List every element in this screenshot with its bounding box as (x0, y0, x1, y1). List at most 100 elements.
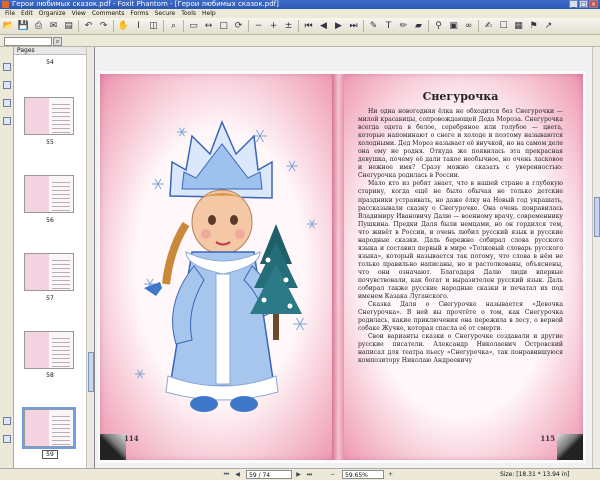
link-icon[interactable]: ∞ (462, 20, 475, 33)
email-icon[interactable]: ✉ (47, 20, 60, 33)
menu-item-forms[interactable]: Forms (127, 9, 151, 18)
scan-icon[interactable]: ▤ (62, 20, 75, 33)
menu-item-file[interactable]: File (2, 9, 18, 18)
last-page-button[interactable]: ⏭ (305, 470, 314, 479)
thumbnail-page-label: 59 (42, 450, 58, 459)
first-page-button[interactable]: ⏮ (222, 470, 231, 479)
close-button[interactable]: × (589, 0, 598, 8)
next-page-button[interactable]: ▶ (294, 470, 303, 479)
page-thumbnail[interactable] (22, 407, 76, 449)
fit-page-icon[interactable]: ▭ (187, 20, 200, 33)
thumbnail-text (49, 176, 73, 212)
page-thumbnail[interactable] (24, 175, 74, 213)
redo-icon[interactable]: ↷ (97, 20, 110, 33)
toolbar-separator (363, 20, 364, 32)
thumbnail-illustration (25, 254, 49, 290)
zoom-out-icon[interactable]: − (252, 20, 265, 33)
zoom-in-icon[interactable]: + (267, 20, 280, 33)
story-paragraph: Ни одна новогодняя ёлка не обходится без… (358, 108, 563, 180)
menu-item-view[interactable]: View (69, 9, 89, 18)
prev-page-icon[interactable]: ◀ (317, 20, 330, 33)
document-scrollbar[interactable] (592, 47, 600, 468)
form-icon[interactable]: ☐ (497, 20, 510, 33)
thumbnail-page-label: 56 (46, 217, 54, 224)
thumbnail-text (49, 332, 73, 368)
toolbar-separator (478, 20, 479, 32)
zoom-in-button[interactable]: + (386, 470, 395, 479)
open-icon[interactable]: 📂 (2, 20, 15, 33)
attach-icon[interactable]: ⚲ (432, 20, 445, 33)
first-page-icon[interactable]: ⏮ (302, 20, 315, 33)
page-thumbnail[interactable] (24, 331, 74, 369)
bookmarks-icon[interactable] (3, 81, 11, 89)
layers-icon[interactable] (3, 417, 11, 425)
thumbnail-text (49, 98, 73, 134)
pages-panel-title: Pages (14, 47, 93, 55)
save-icon[interactable]: 💾 (17, 20, 30, 33)
toolbar-separator (183, 20, 184, 32)
status-bar: ⏮ ◀ 59 / 74 ▶ ⏭ − 59.65% + Size: [18.31 … (0, 468, 600, 480)
sign-icon[interactable]: ✍ (482, 20, 495, 33)
document-scroll-thumb[interactable] (594, 197, 600, 237)
minimize-button[interactable]: _ (569, 0, 578, 8)
thumbnail-illustration (25, 176, 49, 212)
typewriter-icon[interactable]: T (382, 20, 395, 33)
toolbar-separator (298, 20, 299, 32)
window-title: Герои любимых сказок.pdf - Foxit Phantom… (12, 0, 279, 8)
page-size-text: Size: [18.31 * 13.94 in] (500, 471, 570, 478)
page-number-field[interactable]: 59 / 74 (246, 470, 292, 479)
zoom-field[interactable]: 59.65% (342, 470, 384, 479)
highlight-icon[interactable]: ▰ (412, 20, 425, 33)
toolbar-separator (248, 20, 249, 32)
page-thumbnail[interactable] (24, 97, 74, 135)
snapshot-icon[interactable]: ◫ (147, 20, 160, 33)
app-icon (2, 1, 9, 8)
maximize-button[interactable]: □ (579, 0, 588, 8)
zoom-out-button[interactable]: − (328, 470, 337, 479)
stamp-icon[interactable]: ▣ (447, 20, 460, 33)
menu-item-help[interactable]: Help (199, 9, 219, 18)
hand-icon[interactable]: ✋ (117, 20, 130, 33)
story-paragraph: Мало кто из ребят знает, что в нашей стр… (358, 180, 563, 301)
grid-icon[interactable]: ▦ (512, 20, 525, 33)
page-corner-curl (557, 434, 583, 460)
undo-icon[interactable]: ↶ (82, 20, 95, 33)
page-thumbnail[interactable] (24, 253, 74, 291)
thumbnail-illustration (25, 410, 49, 446)
comments-icon[interactable] (3, 117, 11, 125)
window-controls: _ □ × (569, 0, 598, 8)
select-text-icon[interactable]: I (132, 20, 145, 33)
find-button[interactable]: ⌕ (53, 37, 62, 46)
zoom-icon[interactable]: ⌕ (167, 20, 180, 33)
pages-panel: Pages 54 55 56 57 58 59 (14, 47, 94, 468)
title-bar: Герои любимых сказок.pdf - Foxit Phantom… (0, 0, 600, 9)
pencil-icon[interactable]: ✏ (397, 20, 410, 33)
comment-icon[interactable]: ✎ (367, 20, 380, 33)
bookmark-icon[interactable]: ⚑ (527, 20, 540, 33)
thumbnail-page-label: 54 (46, 59, 54, 66)
attachments-icon[interactable] (3, 99, 11, 107)
menu-item-tools[interactable]: Tools (178, 9, 199, 18)
prev-page-button[interactable]: ◀ (233, 470, 242, 479)
right-page: Снегурочка Ни одна новогодняя ёлка не об… (338, 74, 583, 460)
snegurochka-illustration (135, 120, 317, 412)
document-viewer[interactable]: 114 Снегурочка Ни одна новогодняя ёлка н… (94, 47, 600, 468)
find-input[interactable] (4, 37, 52, 46)
signatures-icon[interactable] (3, 435, 11, 443)
menu-item-secure[interactable]: Secure (152, 9, 179, 18)
last-page-icon[interactable]: ⏭ (347, 20, 360, 33)
zoom-in-out-icon[interactable]: ± (282, 20, 295, 33)
next-page-icon[interactable]: ▶ (332, 20, 345, 33)
extract-icon[interactable]: ↗ (542, 20, 555, 33)
menu-item-edit[interactable]: Edit (18, 9, 36, 18)
thumbnail-scrollbar[interactable] (86, 47, 94, 468)
thumbnail-page-label: 57 (46, 295, 54, 302)
fit-width-icon[interactable]: ↔ (202, 20, 215, 33)
main-toolbar: 📂 💾 ⎙ ✉ ▤ ↶ ↷ ✋ I ◫ ⌕ ▭ ↔ □ ⟳ − + ± ⏮ ◀ ▶ ⏭ ✎ T ✏ ▰ ⚲ ▣ ∞ ✍ ☐ ▦ ⚑ ↗ (0, 18, 600, 35)
pages-panel-icon[interactable] (3, 63, 11, 71)
print-icon[interactable]: ⎙ (32, 20, 45, 33)
menu-item-comments[interactable]: Comments (89, 9, 128, 18)
rotate-icon[interactable]: ⟳ (232, 20, 245, 33)
actual-size-icon[interactable]: □ (217, 20, 230, 33)
menu-item-organize[interactable]: Organize (36, 9, 69, 18)
